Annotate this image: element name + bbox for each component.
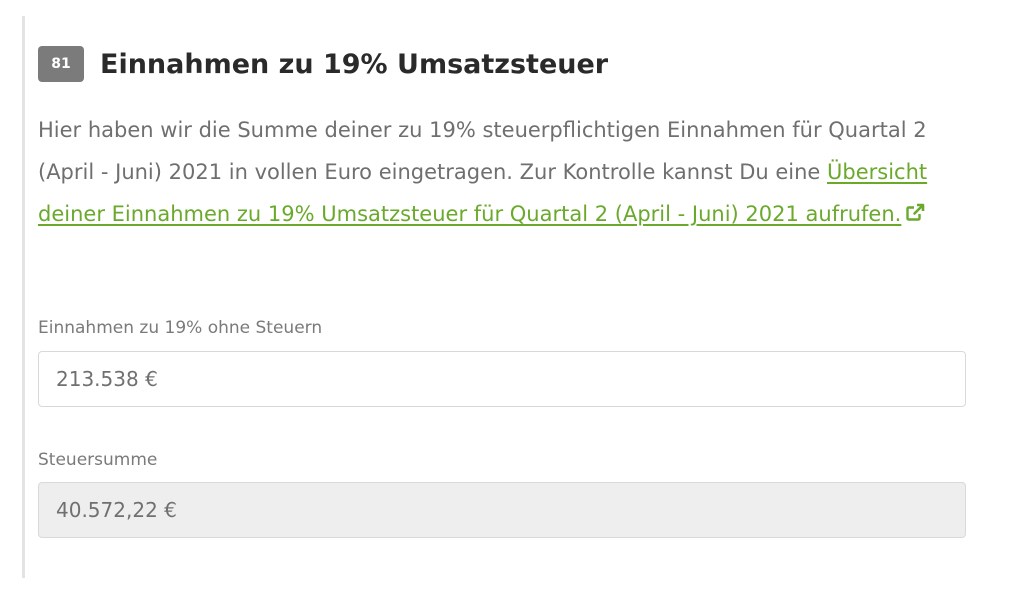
net-income-input[interactable]: 213.538 € — [38, 351, 966, 407]
section-number-badge: 81 — [38, 46, 84, 82]
section-header: 81 Einnahmen zu 19% Umsatzsteuer — [38, 46, 608, 82]
tax-total-label: Steuersumme — [38, 450, 158, 470]
external-link-icon — [905, 195, 925, 237]
section-title: Einnahmen zu 19% Umsatzsteuer — [100, 48, 609, 80]
description-text: Hier haben wir die Summe deiner zu 19% s… — [38, 118, 927, 184]
tax-total-field: 40.572,22 € — [38, 482, 966, 538]
net-income-label: Einnahmen zu 19% ohne Steuern — [38, 318, 323, 338]
section-description: Hier haben wir die Summe deiner zu 19% s… — [38, 109, 978, 237]
